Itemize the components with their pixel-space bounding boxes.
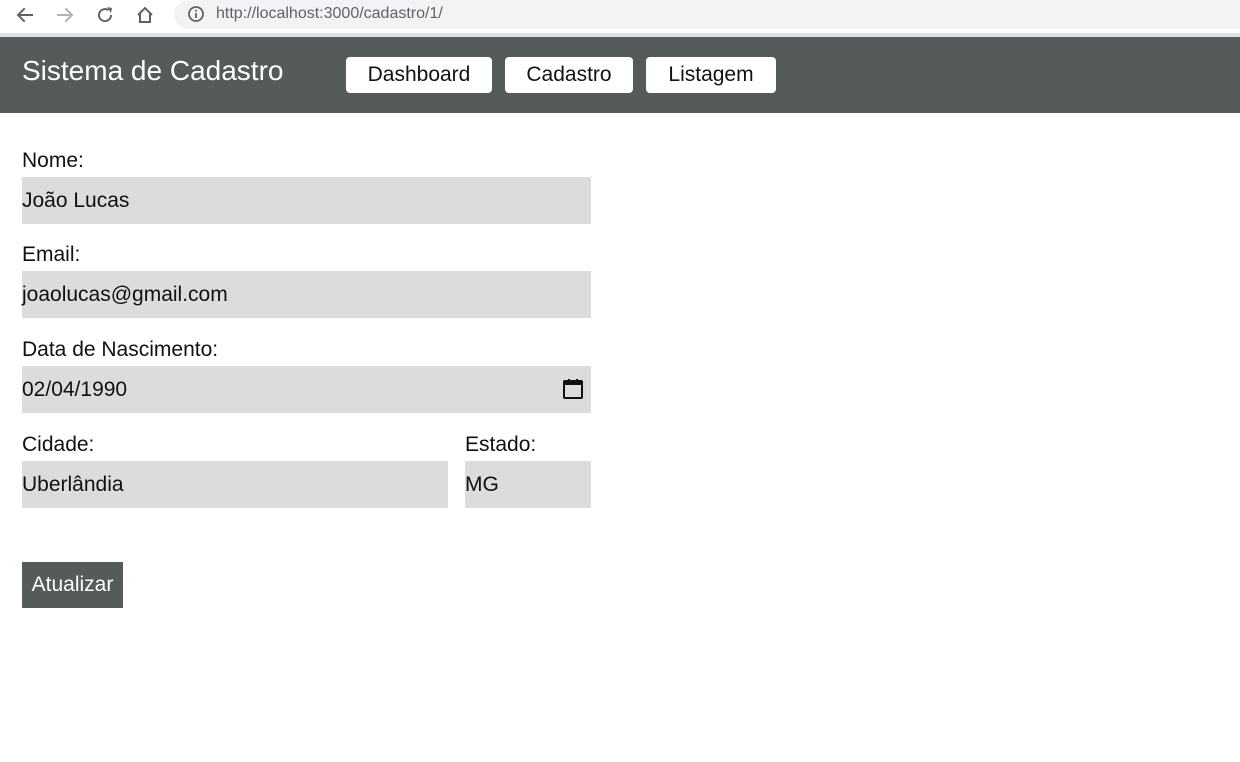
cidade-value: Uberlândia	[22, 472, 124, 496]
nav-listagem-button[interactable]: Listagem	[646, 57, 776, 93]
home-icon[interactable]	[132, 2, 158, 28]
estado-label: Estado:	[465, 433, 537, 456]
address-bar[interactable]: http://localhost:3000/cadastro/1/	[174, 0, 1240, 29]
email-input[interactable]: joaolucas@gmail.com	[22, 271, 591, 318]
estado-input[interactable]: MG	[465, 461, 591, 508]
url-text[interactable]: http://localhost:3000/cadastro/1/	[216, 5, 443, 23]
nome-label: Nome:	[22, 149, 84, 172]
browser-toolbar: http://localhost:3000/cadastro/1/	[0, 0, 1240, 33]
info-icon[interactable]	[187, 5, 205, 23]
cidade-input[interactable]: Uberlândia	[22, 461, 448, 508]
email-value: joaolucas@gmail.com	[22, 282, 228, 306]
nascimento-date-input[interactable]: 02/04/1990	[22, 366, 591, 413]
email-label: Email:	[22, 243, 81, 266]
nome-value: João Lucas	[22, 188, 130, 212]
nascimento-label: Data de Nascimento:	[22, 338, 219, 361]
estado-value: MG	[465, 472, 499, 496]
reload-icon[interactable]	[92, 2, 118, 28]
back-arrow-icon[interactable]	[12, 2, 38, 28]
forward-arrow-icon[interactable]	[52, 2, 78, 28]
nav-dashboard-button[interactable]: Dashboard	[346, 57, 492, 93]
app-header: Sistema de Cadastro Dashboard Cadastro L…	[0, 37, 1240, 113]
calendar-icon[interactable]	[561, 377, 585, 401]
app-title: Sistema de Cadastro	[22, 55, 284, 86]
nascimento-value: 02/04/1990	[22, 377, 128, 401]
nav-cadastro-button[interactable]: Cadastro	[505, 57, 633, 93]
atualizar-button[interactable]: Atualizar	[22, 562, 123, 608]
nome-input[interactable]: João Lucas	[22, 177, 591, 224]
cidade-label: Cidade:	[22, 433, 95, 456]
